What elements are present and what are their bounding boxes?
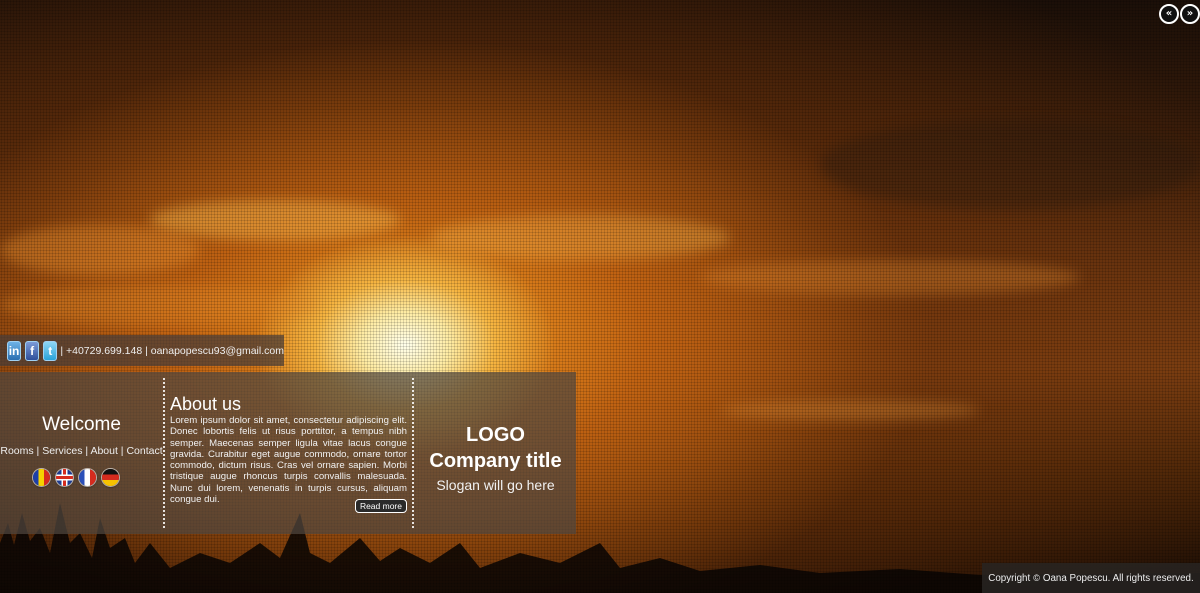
language-flags bbox=[33, 469, 119, 486]
column-divider bbox=[163, 378, 165, 528]
uk-flag-icon[interactable] bbox=[56, 469, 73, 486]
company-title: Company title bbox=[429, 450, 562, 472]
next-slide-button[interactable]: » bbox=[1180, 4, 1200, 24]
welcome-column: Welcome Rooms | Services | About | Conta… bbox=[0, 372, 163, 534]
slogan: Slogan will go here bbox=[436, 477, 555, 493]
read-more-button[interactable]: Read more bbox=[354, 499, 407, 513]
facebook-icon[interactable]: f bbox=[25, 340, 40, 361]
column-divider bbox=[412, 378, 414, 528]
logo[interactable]: LOGO bbox=[415, 424, 576, 447]
nav-separator: | bbox=[33, 445, 43, 457]
linkedin-glyph: in bbox=[8, 343, 20, 358]
about-text: Lorem ipsum dolor sit amet, consectetur … bbox=[170, 415, 407, 506]
nav-link-contact[interactable]: Contact bbox=[126, 445, 162, 457]
nav-links: Rooms | Services | About | Contact bbox=[0, 445, 163, 457]
prev-slide-button[interactable]: « bbox=[1159, 4, 1179, 24]
double-chevron-right-icon: » bbox=[1186, 8, 1194, 19]
brand-column: LOGO Company title Slogan will go here bbox=[415, 372, 576, 534]
welcome-title: Welcome bbox=[42, 414, 121, 435]
about-column: About us Lorem ipsum dolor sit amet, con… bbox=[170, 372, 407, 534]
romanian-flag-icon[interactable] bbox=[33, 469, 50, 486]
copyright-text: Oana Popescu. All rights reserved. bbox=[1042, 572, 1194, 584]
footer: Copyright © Oana Popescu. All rights res… bbox=[982, 563, 1200, 593]
facebook-glyph: f bbox=[30, 343, 35, 358]
about-title: About us bbox=[170, 394, 242, 414]
contact-bar: in f t | +40729.699.148 | oanapopescu93@… bbox=[0, 335, 284, 366]
twitter-icon[interactable]: t bbox=[43, 340, 58, 361]
linkedin-icon[interactable]: in bbox=[7, 340, 22, 361]
german-flag-icon[interactable] bbox=[102, 469, 119, 486]
copyright-label: Copyright bbox=[988, 572, 1031, 584]
info-panel: Welcome Rooms | Services | About | Conta… bbox=[0, 372, 576, 534]
nav-link-rooms[interactable]: Rooms bbox=[0, 445, 33, 457]
contact-info: | +40729.699.148 | oanapopescu93@gmail.c… bbox=[60, 344, 284, 357]
nav-link-about[interactable]: About bbox=[90, 445, 117, 457]
french-flag-icon[interactable] bbox=[79, 469, 96, 486]
double-chevron-left-icon: « bbox=[1165, 8, 1173, 19]
twitter-glyph: t bbox=[48, 343, 53, 358]
nav-link-services[interactable]: Services bbox=[42, 445, 82, 457]
copyright-symbol: © bbox=[1033, 573, 1040, 583]
